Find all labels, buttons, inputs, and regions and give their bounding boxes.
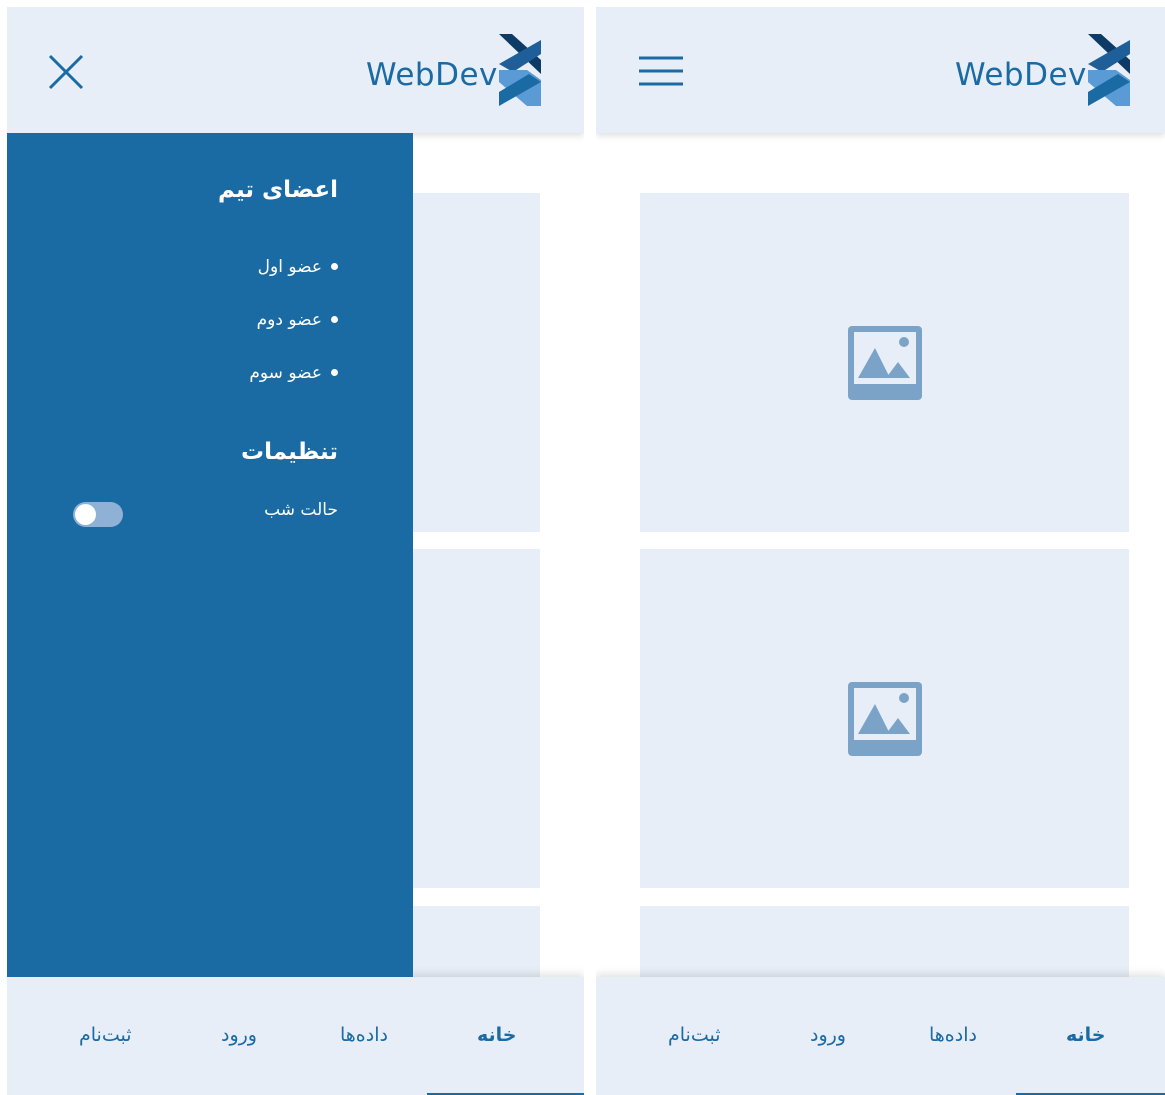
nav-item-signup[interactable]: ثبت‌نام	[79, 1024, 132, 1046]
menu-button[interactable]	[636, 47, 686, 97]
brand-name: WebDev	[955, 57, 1087, 93]
nav-item-home[interactable]: خانه	[1066, 1024, 1105, 1046]
nav-item-login[interactable]: ورود	[810, 1024, 846, 1046]
content-card[interactable]	[413, 549, 540, 888]
content-card[interactable]	[640, 193, 1129, 532]
image-placeholder-icon	[847, 325, 922, 400]
side-drawer: اعضای تیم عضو اول عضو دوم عضو سوم تنظیما…	[7, 133, 413, 977]
screen-drawer-open: WebDev اعضای تیم عضو اول عضو دوم عضو سوم…	[7, 7, 584, 1095]
toggle-knob	[75, 504, 96, 525]
webdev-logo	[499, 34, 541, 106]
team-member-list: عضو اول عضو دوم عضو سوم	[249, 240, 338, 399]
team-member-item[interactable]: عضو اول	[249, 240, 338, 293]
nav-item-data[interactable]: داده‌ها	[340, 1024, 388, 1046]
nav-item-home[interactable]: خانه	[477, 1024, 516, 1046]
app-header: WebDev	[596, 7, 1165, 133]
night-mode-label: حالت شب	[264, 500, 338, 520]
content-card[interactable]	[640, 906, 1129, 986]
bullet-icon	[331, 263, 338, 270]
hamburger-icon	[639, 56, 683, 86]
content-card[interactable]	[413, 906, 540, 986]
bottom-nav: خانه داده‌ها ورود ثبت‌نام	[596, 977, 1165, 1095]
content-card[interactable]	[640, 549, 1129, 888]
team-member-item[interactable]: عضو دوم	[249, 293, 338, 346]
close-menu-button[interactable]	[41, 47, 91, 97]
bullet-icon	[331, 369, 338, 376]
screen-home: WebDev خانه داده‌ها ورود ثبت‌نام	[596, 7, 1165, 1095]
nav-item-data[interactable]: داده‌ها	[929, 1024, 977, 1046]
nav-item-signup[interactable]: ثبت‌نام	[668, 1024, 721, 1046]
settings-heading: تنظیمات	[241, 439, 338, 465]
night-mode-toggle[interactable]	[73, 502, 123, 527]
bottom-nav: خانه داده‌ها ورود ثبت‌نام	[7, 977, 584, 1095]
bullet-icon	[331, 316, 338, 323]
close-icon	[48, 54, 84, 90]
app-header: WebDev	[7, 7, 584, 133]
team-member-item[interactable]: عضو سوم	[249, 346, 338, 399]
content-card[interactable]	[413, 193, 540, 532]
webdev-logo	[1088, 34, 1130, 106]
team-heading: اعضای تیم	[217, 177, 338, 203]
brand-name: WebDev	[366, 57, 498, 93]
nav-item-login[interactable]: ورود	[221, 1024, 257, 1046]
image-placeholder-icon	[847, 681, 922, 756]
